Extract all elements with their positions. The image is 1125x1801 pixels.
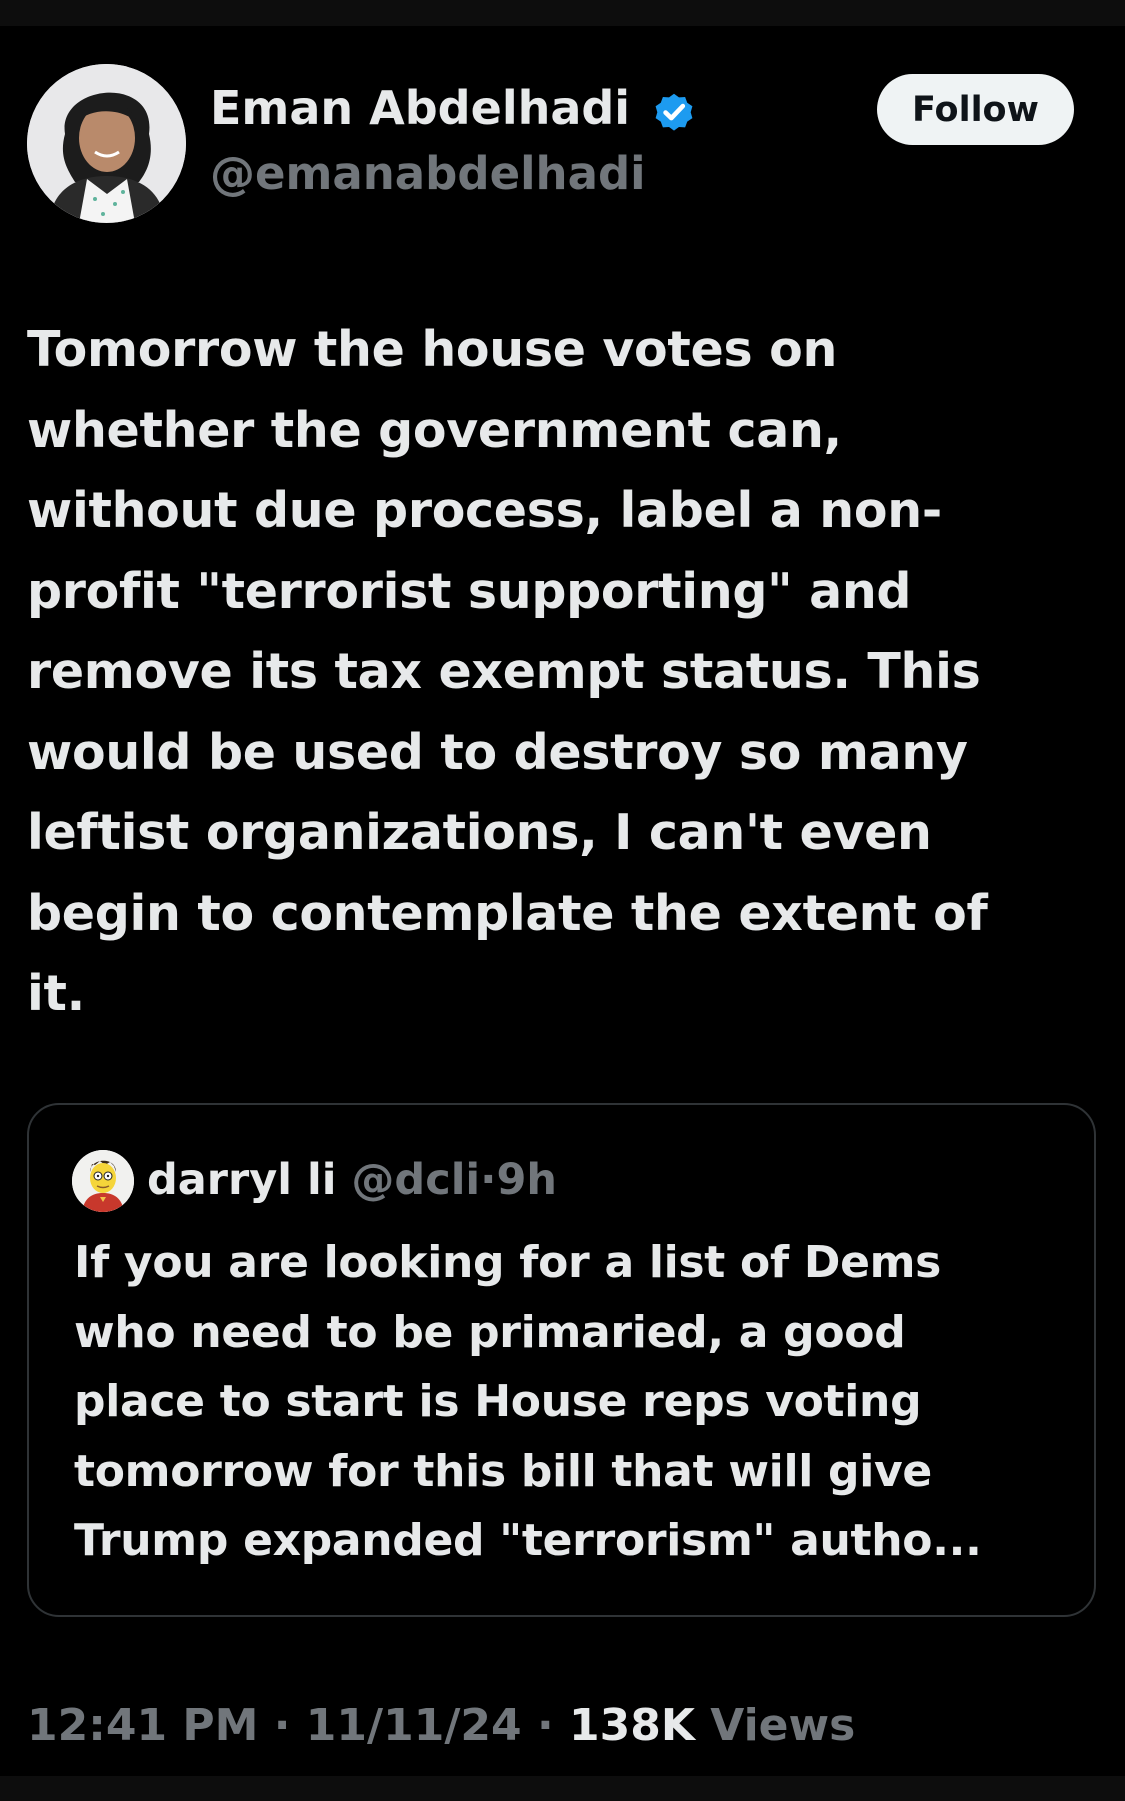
views-label[interactable]: Views [710, 1700, 855, 1751]
author-avatar-image [27, 64, 186, 223]
tweet-text-line: begin to contemplate the extent of [27, 884, 988, 942]
tweet-text-line: profit "terrorist supporting" and [27, 562, 912, 620]
quoted-author-name[interactable]: darryl li [147, 1155, 336, 1205]
tweet-date[interactable]: 11/11/24 [306, 1700, 522, 1751]
author-handle[interactable]: @emanabdelhadi [210, 146, 646, 202]
separator-dot: · [536, 1700, 554, 1751]
quoted-text-line: If you are looking for a list of Dems [74, 1237, 942, 1288]
tweet-text-line: would be used to destroy so many [27, 723, 968, 781]
follow-button[interactable]: Follow [877, 74, 1074, 145]
tweet-text: Tomorrow the house votes on whether the … [27, 310, 1087, 1035]
quoted-text-line: place to start is House reps voting [74, 1376, 922, 1427]
tweet-text-line: it. [27, 965, 85, 1022]
tweet-text-line: Tomorrow the house votes on [27, 321, 838, 378]
separator-dot: · [273, 1700, 291, 1751]
quoted-tweet-time[interactable]: 9h [497, 1155, 558, 1205]
verified-badge-icon [655, 93, 693, 131]
tweet-text-line: without due process, label a non- [27, 482, 942, 539]
quoted-author-handle[interactable]: @dcli [351, 1155, 480, 1205]
quoted-author-avatar-image [72, 1150, 134, 1212]
tweet-meta: 12:41 PM · 11/11/24 · 138K Views [27, 1698, 855, 1754]
tweet-text-line: whether the government can, [27, 401, 842, 459]
bottom-divider [0, 1776, 1125, 1801]
quoted-author-avatar[interactable] [72, 1150, 134, 1212]
tweet-text-line: remove its tax exempt status. This [27, 643, 981, 700]
quoted-text-line: Trump expanded "terrorism" autho... [74, 1515, 982, 1566]
quoted-text-line: who need to be primaried, a good [74, 1306, 906, 1358]
author-avatar[interactable] [27, 64, 186, 223]
tweet-timestamp[interactable]: 12:41 PM [27, 1700, 258, 1751]
quoted-tweet-text: If you are looking for a list of Dems wh… [74, 1228, 1074, 1576]
quoted-tweet-header: darryl li @dcli·9h [147, 1152, 557, 1208]
separator-dot: · [480, 1155, 497, 1205]
tweet-text-line: leftist organizations, I can't even [27, 804, 932, 861]
status-bar [0, 0, 1125, 26]
quoted-text-line: tomorrow for this bill that will give [74, 1445, 932, 1497]
author-display-name[interactable]: Eman Abdelhadi [210, 80, 630, 136]
views-count[interactable]: 138K [569, 1700, 695, 1751]
